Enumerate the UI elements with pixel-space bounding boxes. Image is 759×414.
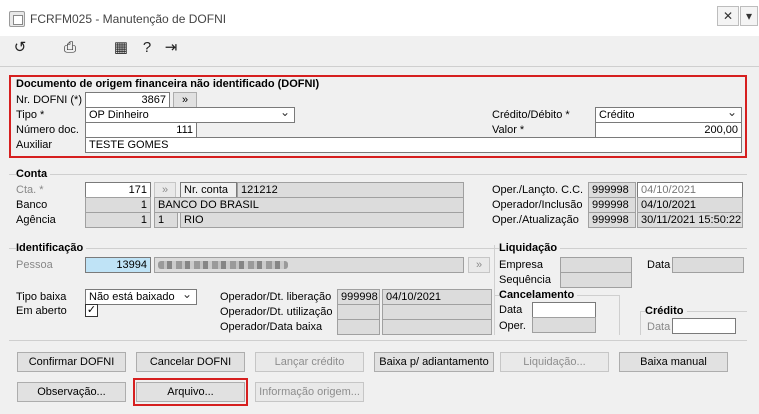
banco-code-field: 1 <box>85 197 151 213</box>
arquivo-button[interactable]: Arquivo... <box>136 382 245 402</box>
identificacao-group-title: Identificação <box>16 242 87 254</box>
operador-inclusao-date: 04/10/2021 <box>637 197 743 213</box>
pessoa-field[interactable]: 13994 <box>85 257 151 273</box>
cancelamento-group-title: Cancelamento <box>499 289 578 301</box>
confirmar-dofni-button[interactable]: Confirmar DOFNI <box>17 352 126 372</box>
operador-inclusao-code: 999998 <box>588 197 636 213</box>
agencia-digit-field: 1 <box>154 212 178 228</box>
window-extra-button[interactable]: ▾ <box>740 6 758 26</box>
agencia-name-field: RIO <box>180 212 464 228</box>
op-liberacao-label: Operador/Dt. liberação <box>220 291 332 303</box>
numero-doc-field[interactable]: 111 <box>85 122 197 138</box>
canc-data-field[interactable] <box>532 302 596 318</box>
observacao-button[interactable]: Observação... <box>17 382 126 402</box>
nr-conta-label: Nr. conta <box>180 182 237 198</box>
print-icon[interactable]: ⎙ <box>60 38 80 58</box>
canc-oper-label: Oper. <box>499 320 526 332</box>
cta-field[interactable]: 171 <box>85 182 151 198</box>
liquidacao-left-border <box>494 245 495 335</box>
em-aberto-label: Em aberto <box>16 305 67 317</box>
exit-icon[interactable]: ⇥ <box>161 38 181 58</box>
baixa-adiantamento-button[interactable]: Baixa p/ adiantamento <box>374 352 494 372</box>
credito-group-title: Crédito <box>645 305 687 317</box>
window-title: FCRFM025 - Manutenção de DOFNI <box>30 12 227 26</box>
agencia-code-field: 1 <box>85 212 151 228</box>
close-icon[interactable]: ✕ <box>717 6 739 26</box>
op-liberacao-date: 04/10/2021 <box>382 289 492 305</box>
liq-sequencia-field <box>560 272 632 288</box>
op-utilizacao-label: Operador/Dt. utilização <box>220 306 333 318</box>
canc-data-label: Data <box>499 304 523 316</box>
tipo-baixa-label: Tipo baixa <box>16 291 67 303</box>
tipo-baixa-select[interactable]: Não está baixado <box>85 289 197 305</box>
liquidacao-button[interactable]: Liquidação... <box>500 352 609 372</box>
cta-label: Cta. * <box>16 184 44 196</box>
baixa-manual-button[interactable]: Baixa manual <box>619 352 728 372</box>
em-aberto-checkbox[interactable]: ✓ <box>85 304 98 317</box>
oper-lancto-date: 04/10/2021 <box>637 182 743 198</box>
nr-dofni-field[interactable]: 3867 <box>85 92 170 108</box>
buttons-divider <box>9 340 747 341</box>
liquidacao-group-title: Liquidação <box>499 242 561 254</box>
dofni-group-title: Documento de origem financeira não ident… <box>16 78 320 90</box>
oper-atualizacao-code: 999998 <box>588 212 636 228</box>
cancelamento-right-border <box>619 295 620 335</box>
banco-label: Banco <box>16 199 48 211</box>
oper-atualizacao-label: Oper./Atualização <box>492 214 579 226</box>
credito-data-field[interactable] <box>672 318 736 334</box>
credito-data-label: Data <box>647 321 671 333</box>
lancar-credito-button[interactable]: Lançar crédito <box>255 352 364 372</box>
oper-lancto-label: Oper./Lançto. C.C. <box>492 184 584 196</box>
conta-group-title: Conta <box>16 168 51 180</box>
op-baixa-code <box>337 319 380 335</box>
tipo-select[interactable]: OP Dinheiro <box>85 107 295 123</box>
agencia-label: Agência <box>16 214 56 226</box>
pessoa-search-button[interactable]: » <box>468 257 490 273</box>
op-baixa-date <box>382 319 492 335</box>
numero-doc-label: Número doc. <box>16 124 79 136</box>
liq-data-field <box>672 257 744 273</box>
op-liberacao-code: 999998 <box>337 289 380 305</box>
pessoa-name-redacted <box>158 261 288 269</box>
op-utilizacao-date <box>382 304 492 320</box>
valor-label: Valor * <box>492 124 525 136</box>
nr-conta-field: 121212 <box>237 182 464 198</box>
nr-dofni-search-button[interactable]: » <box>173 92 197 108</box>
liq-data-label: Data <box>647 259 671 271</box>
calendar-icon[interactable]: ▦ <box>111 38 131 58</box>
cta-search-button[interactable]: » <box>154 182 176 198</box>
undo-icon[interactable]: ↺ <box>10 38 30 58</box>
liq-empresa-field <box>560 257 632 273</box>
conta-divider <box>9 174 747 175</box>
liq-empresa-label: Empresa <box>499 259 544 271</box>
credito-debito-label: Crédito/Débito * <box>492 109 570 121</box>
liq-sequencia-label: Sequência <box>499 274 551 286</box>
app-icon <box>9 11 25 27</box>
auxiliar-label: Auxiliar <box>16 139 53 151</box>
operador-inclusao-label: Operador/Inclusão <box>492 199 583 211</box>
oper-lancto-code: 999998 <box>588 182 636 198</box>
cancelar-dofni-button[interactable]: Cancelar DOFNI <box>136 352 245 372</box>
informacao-origem-button[interactable]: Informação origem... <box>255 382 364 402</box>
pessoa-name-field <box>154 257 464 273</box>
help-icon[interactable]: ? <box>137 38 157 58</box>
tipo-label: Tipo * <box>16 109 45 121</box>
nr-dofni-label: Nr. DOFNI (*) <box>16 94 82 106</box>
pessoa-label: Pessoa <box>16 259 53 271</box>
credito-left-border <box>640 311 641 335</box>
toolbar-divider <box>0 66 759 67</box>
op-baixa-label: Operador/Data baixa <box>220 321 323 333</box>
credito-debito-select[interactable]: Crédito <box>595 107 742 123</box>
valor-field[interactable]: 200,00 <box>595 122 742 138</box>
canc-oper-field <box>532 317 596 333</box>
auxiliar-field[interactable]: TESTE GOMES <box>85 137 742 153</box>
op-utilizacao-code <box>337 304 380 320</box>
banco-name-field: BANCO DO BRASIL <box>154 197 464 213</box>
oper-atualizacao-date: 30/11/2021 15:50:22 <box>637 212 743 228</box>
